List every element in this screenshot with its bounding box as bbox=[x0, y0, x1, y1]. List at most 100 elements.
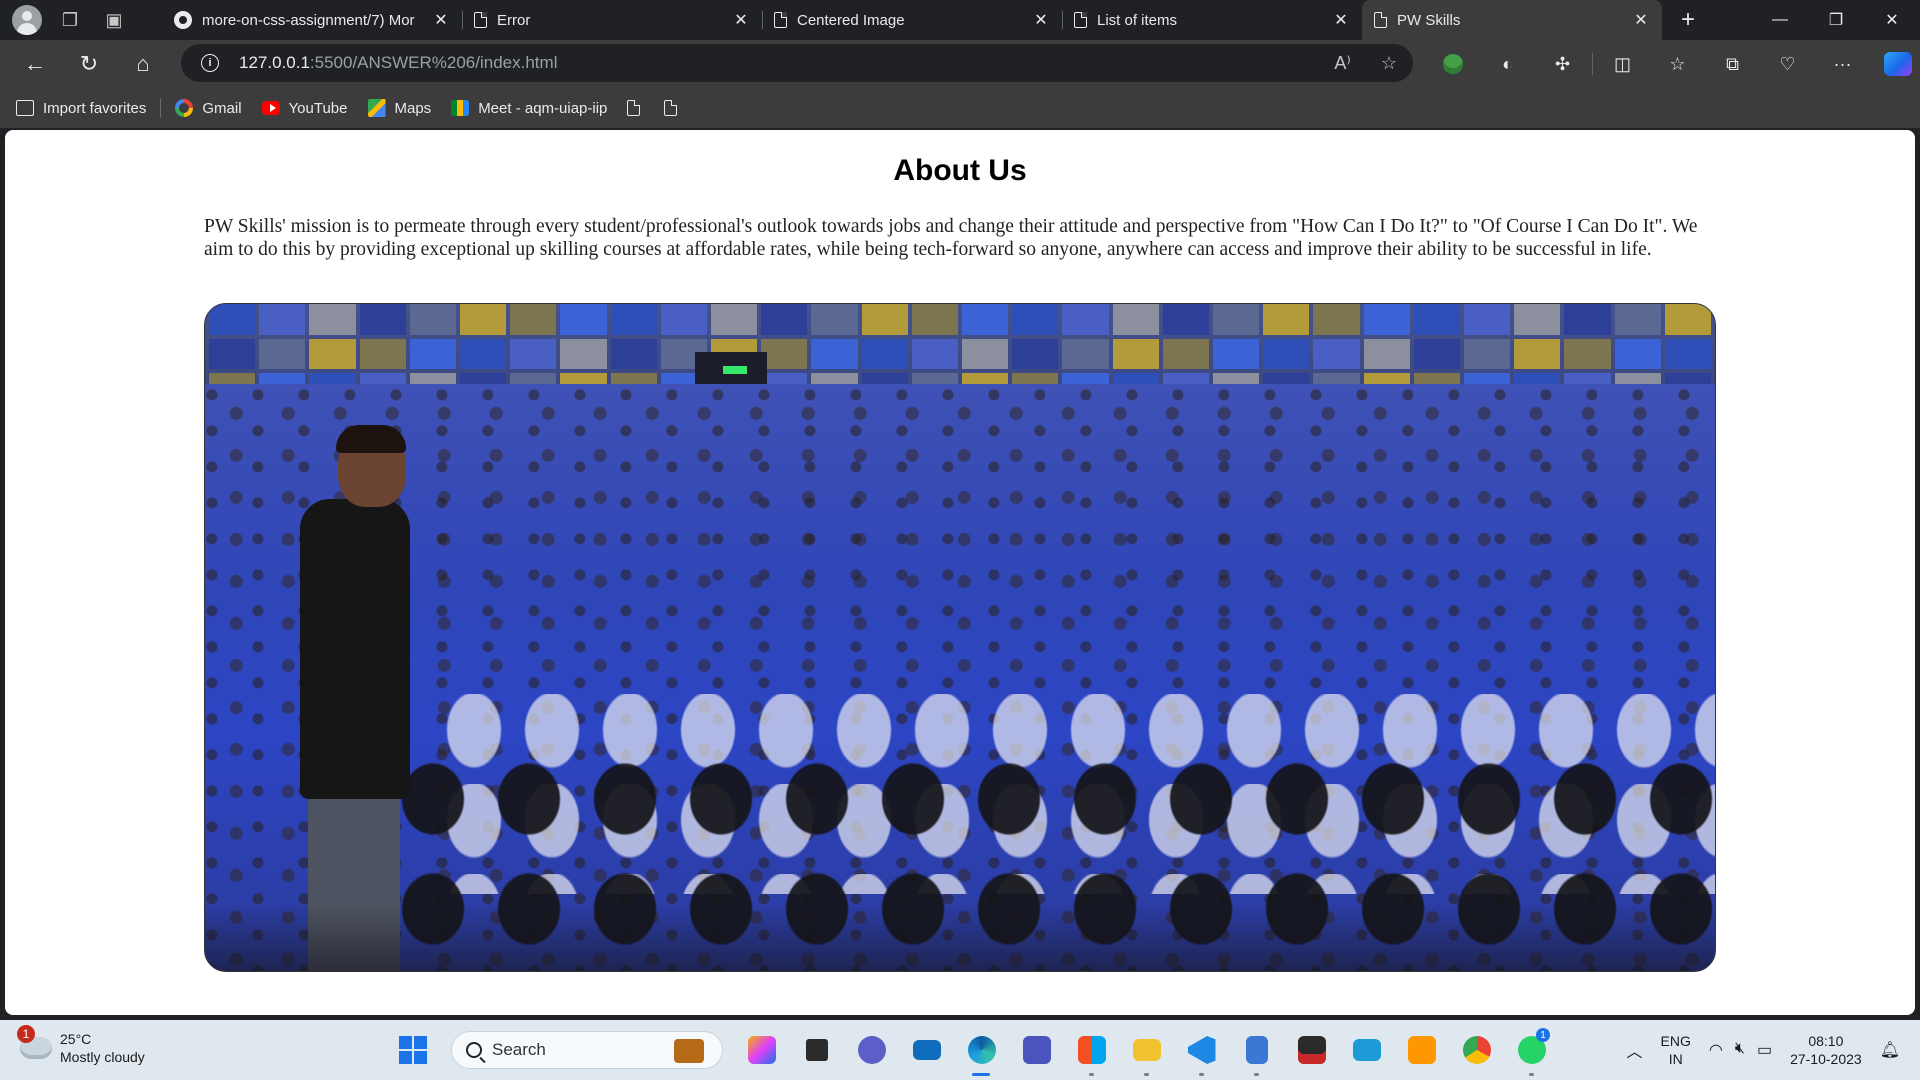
close-icon[interactable]: ✕ bbox=[1032, 10, 1050, 30]
whatsapp-badge: 1 bbox=[1536, 1028, 1550, 1042]
edge-app-icon[interactable] bbox=[959, 1028, 1004, 1076]
more-menu-icon[interactable]: ··· bbox=[1815, 44, 1870, 84]
chevron-up-icon[interactable]: ︿ bbox=[1627, 1038, 1643, 1062]
site-info-icon[interactable]: i bbox=[201, 54, 219, 72]
clock[interactable]: 08:10 27-10-2023 bbox=[1790, 1032, 1862, 1068]
wall-panel bbox=[1564, 304, 1611, 335]
windows-logo-icon bbox=[398, 1036, 427, 1064]
favorite-youtube[interactable]: YouTube bbox=[261, 99, 348, 117]
quick-settings[interactable]: ◠ 🔇︎ ▭ bbox=[1709, 1040, 1772, 1060]
wall-panel bbox=[510, 304, 557, 335]
mission-paragraph: PW Skills' mission is to permeate throug… bbox=[204, 216, 1698, 260]
copilot-preview-app[interactable] bbox=[739, 1028, 784, 1072]
chat-app-icon[interactable] bbox=[849, 1028, 894, 1072]
game-app-icon[interactable] bbox=[1289, 1028, 1334, 1072]
wall-panel bbox=[1263, 338, 1310, 370]
tab-github-assignment[interactable]: more-on-css-assignment/7) Mor ✕ bbox=[162, 0, 462, 40]
back-arrow-icon[interactable]: ← bbox=[8, 44, 62, 84]
favorite-gmail[interactable]: Gmail bbox=[175, 99, 242, 117]
wall-panel bbox=[259, 338, 306, 370]
close-icon[interactable]: ✕ bbox=[732, 10, 750, 30]
tab-pw-skills[interactable]: PW Skills ✕ bbox=[1362, 0, 1662, 40]
extension-feather-icon[interactable]: ◐ bbox=[1480, 44, 1535, 84]
read-aloud-icon[interactable]: A⁾ bbox=[1334, 53, 1350, 74]
weather-badge: 1 bbox=[17, 1025, 35, 1043]
maps-icon bbox=[367, 99, 386, 117]
favorite-label: Meet - aqm-uiap-iip bbox=[478, 99, 608, 117]
close-icon[interactable]: ✕ bbox=[1332, 10, 1350, 30]
taskbar-search[interactable]: Search bbox=[451, 1031, 723, 1069]
store-app-icon[interactable] bbox=[1069, 1028, 1114, 1076]
restore-icon[interactable]: ❐ bbox=[1808, 0, 1864, 40]
url-text[interactable]: 127.0.0.1:5500/ANSWER%206/index.html bbox=[239, 53, 557, 73]
wall-panel bbox=[1012, 304, 1059, 335]
page-viewport: About Us PW Skills' mission is to permea… bbox=[5, 130, 1915, 1015]
favorite-maps[interactable]: Maps bbox=[367, 99, 431, 117]
wall-panel bbox=[460, 304, 507, 335]
wall-panel bbox=[962, 304, 1009, 335]
vscode-app-icon[interactable] bbox=[1179, 1028, 1224, 1076]
favorites-bar: Import favorites Gmail YouTube Maps Meet… bbox=[0, 88, 1920, 128]
wall-panel bbox=[1564, 338, 1611, 370]
notification-bell-icon[interactable]: 🔔︎ bbox=[1880, 1040, 1900, 1060]
mail-app-icon[interactable] bbox=[904, 1028, 949, 1072]
import-icon bbox=[16, 99, 34, 117]
extensions-puzzle-icon[interactable]: ✣ bbox=[1535, 44, 1590, 84]
collections-icon[interactable]: ⧉ bbox=[1705, 44, 1760, 84]
tab-error[interactable]: Error ✕ bbox=[462, 0, 762, 40]
profile-avatar-icon[interactable] bbox=[12, 5, 42, 35]
favorite-label: Gmail bbox=[202, 99, 242, 117]
home-icon[interactable]: ⌂ bbox=[116, 44, 170, 84]
close-icon[interactable]: ✕ bbox=[432, 10, 450, 30]
favorite-star-icon[interactable]: ☆ bbox=[1381, 53, 1397, 74]
browser-essentials-icon[interactable]: ♡ bbox=[1760, 44, 1815, 84]
remote-desktop-icon[interactable] bbox=[1344, 1028, 1389, 1072]
address-bar[interactable]: i 127.0.0.1:5500/ANSWER%206/index.html A… bbox=[181, 44, 1413, 82]
tab-centered-image[interactable]: Centered Image ✕ bbox=[762, 0, 1062, 40]
tab-actions-icon[interactable]: ▣ bbox=[98, 4, 130, 36]
wall-panel bbox=[1112, 338, 1159, 370]
tab-list-of-items[interactable]: List of items ✕ bbox=[1062, 0, 1362, 40]
document-icon bbox=[474, 12, 487, 28]
tab-title: more-on-css-assignment/7) Mor bbox=[202, 11, 415, 29]
new-tab-button[interactable]: + bbox=[1668, 0, 1708, 40]
favorite-page-icon[interactable] bbox=[627, 100, 641, 116]
sublime-app-icon[interactable] bbox=[1399, 1028, 1444, 1072]
favorite-label: YouTube bbox=[288, 99, 348, 117]
teams-app-icon[interactable] bbox=[1014, 1028, 1059, 1072]
favorite-page-icon[interactable] bbox=[664, 100, 678, 116]
google-icon bbox=[175, 99, 194, 117]
copilot-icon[interactable] bbox=[1870, 44, 1920, 84]
wall-panel bbox=[1112, 304, 1159, 335]
wall-panel bbox=[911, 304, 958, 335]
document-icon bbox=[1074, 12, 1087, 28]
toolbar-divider bbox=[1592, 53, 1593, 75]
close-icon[interactable]: ✕ bbox=[1632, 10, 1650, 30]
region-code: IN bbox=[1668, 1051, 1683, 1067]
notepad-app-icon[interactable] bbox=[1234, 1028, 1279, 1076]
wall-panel bbox=[359, 304, 406, 335]
wall-panel bbox=[309, 338, 356, 370]
photo-speaker bbox=[300, 425, 410, 971]
temperature: 25°C bbox=[60, 1031, 92, 1047]
favorite-import[interactable]: Import favorites bbox=[16, 99, 146, 117]
start-button[interactable] bbox=[390, 1028, 435, 1072]
language-indicator[interactable]: ENG IN bbox=[1661, 1032, 1691, 1068]
task-view-icon[interactable] bbox=[794, 1028, 839, 1072]
split-screen-icon[interactable]: ◫ bbox=[1595, 44, 1650, 84]
weather-widget[interactable]: 1 25°C Mostly cloudy bbox=[17, 1025, 145, 1066]
tab-title: Error bbox=[497, 11, 531, 29]
favorite-meet[interactable]: Meet - aqm-uiap-iip bbox=[451, 99, 607, 117]
workspaces-icon[interactable]: ❐ bbox=[54, 4, 86, 36]
whatsapp-app-icon[interactable]: 1 bbox=[1509, 1028, 1554, 1076]
wall-panel bbox=[1213, 338, 1260, 370]
auditorium-photo bbox=[204, 303, 1716, 972]
refresh-icon[interactable]: ↻ bbox=[62, 44, 116, 84]
favorites-list-icon[interactable]: ☆ bbox=[1650, 44, 1705, 84]
file-explorer-icon[interactable] bbox=[1124, 1028, 1169, 1076]
chrome-app-icon[interactable] bbox=[1454, 1028, 1499, 1072]
extension-tree-icon[interactable] bbox=[1425, 44, 1480, 84]
minimize-icon[interactable]: — bbox=[1752, 0, 1808, 40]
window-close-icon[interactable]: ✕ bbox=[1864, 0, 1920, 40]
wall-panel bbox=[1062, 304, 1109, 335]
